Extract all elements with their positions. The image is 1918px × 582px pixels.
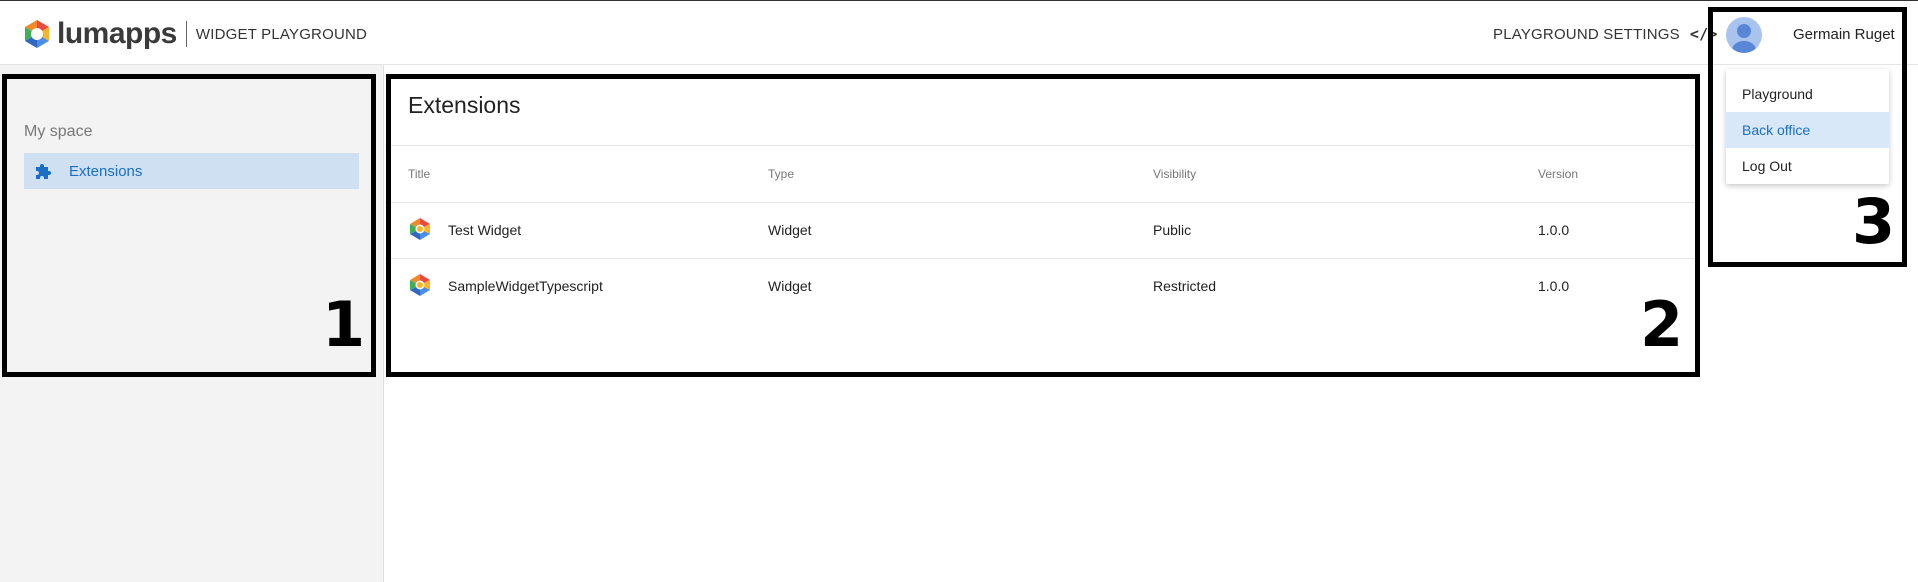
lumapps-logo-icon bbox=[25, 20, 49, 48]
app-header: lumapps WIDGET PLAYGROUND PLAYGROUND SET… bbox=[0, 1, 1918, 65]
annotation-number-2: 2 bbox=[1640, 288, 1684, 361]
annotation-number-1: 1 bbox=[322, 288, 366, 361]
logo-separator bbox=[185, 21, 187, 47]
playground-settings-label: PLAYGROUND SETTINGS bbox=[1493, 25, 1680, 43]
annotation-box-1 bbox=[2, 74, 376, 377]
brand-logo[interactable]: lumapps WIDGET PLAYGROUND bbox=[22, 17, 367, 51]
annotation-number-3: 3 bbox=[1852, 185, 1896, 258]
logo-text: lumapps bbox=[57, 17, 177, 50]
playground-settings-button[interactable]: PLAYGROUND SETTINGS </> bbox=[1493, 25, 1718, 43]
annotation-box-2 bbox=[386, 74, 1700, 377]
app-title: WIDGET PLAYGROUND bbox=[195, 25, 368, 43]
